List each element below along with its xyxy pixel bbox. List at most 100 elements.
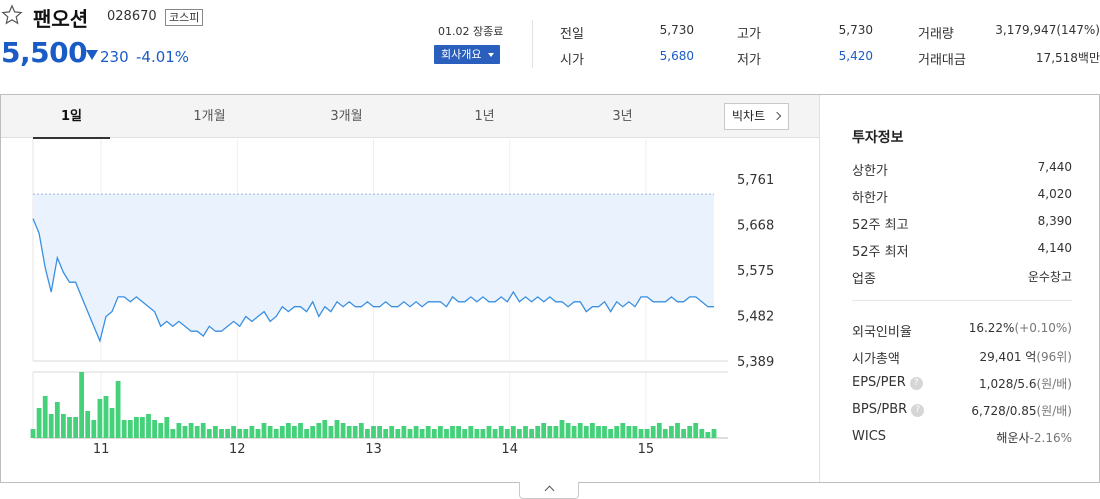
volume-bar (699, 429, 705, 438)
volume-bar (127, 420, 133, 438)
volume-bar (486, 426, 492, 438)
volume-bar (346, 426, 352, 438)
info-label: 상한가 (852, 164, 888, 179)
info-row: 시가총액 29,401 억(96위) (852, 348, 1072, 367)
high-label: 고가 (737, 27, 761, 42)
x-tick-label: 14 (501, 442, 518, 457)
volume-bar (115, 381, 121, 438)
volume-bar (109, 408, 115, 438)
volume-bar (42, 396, 48, 438)
volume-bar (407, 429, 413, 438)
volume-bar (675, 423, 680, 438)
help-icon[interactable]: ? (909, 377, 923, 390)
volume-bar (48, 414, 54, 438)
volume-bar (176, 423, 182, 438)
volume-bar (30, 429, 36, 438)
info-value: 운수창고 (1027, 270, 1072, 284)
volume-bar (316, 423, 322, 438)
info-value-text: 6,728/0.85 (971, 404, 1037, 418)
volume-bar (529, 429, 534, 438)
volume-bar (693, 423, 699, 438)
volume-bar (85, 411, 91, 438)
down-arrow-icon (86, 50, 98, 60)
volume-bar (61, 414, 66, 438)
volume-bar (182, 426, 188, 438)
volume-bar (583, 426, 589, 438)
volume-bar (492, 429, 498, 438)
info-value-text: 해운사 (996, 431, 1030, 445)
volume-bar (523, 426, 528, 438)
volume-bar (340, 423, 346, 438)
info-value: 6,728/0.85(원/배) (971, 402, 1072, 419)
volume-bar (358, 423, 364, 438)
y-tick-label: 5,761 (737, 173, 774, 188)
volume-bar (608, 429, 613, 438)
volume-bar (626, 426, 632, 438)
volume-bar (249, 426, 255, 438)
volume-bar (279, 426, 285, 438)
volume-bar (188, 423, 194, 438)
volume-bar (54, 402, 60, 438)
volume-value: 3,179,947(147%) (995, 23, 1100, 37)
info-label: WICS (852, 429, 886, 444)
volume-bar (517, 429, 522, 438)
volume-bar (614, 426, 620, 438)
volume-bar (669, 426, 674, 438)
info-label: 업종 (852, 272, 876, 287)
volume-bar (662, 429, 668, 438)
intraday-chart: 11 12 13 14 15 5,761 5,668 5,575 5,482 5,389 (30, 139, 774, 457)
volume-bar (687, 426, 693, 438)
volume-bar (656, 423, 662, 438)
volume-bar (474, 429, 480, 438)
open-label: 시가 (560, 53, 584, 68)
volume-bar (602, 426, 607, 438)
volume-bar (304, 429, 309, 438)
stock-code: 028670 (107, 9, 157, 24)
volume-bar (134, 417, 139, 438)
company-overview-button[interactable]: 회사개요 (434, 45, 500, 64)
volume-bar (91, 420, 97, 438)
volume-bar (450, 426, 455, 438)
info-label-text: EPS/PER (852, 375, 906, 390)
y-tick-label: 5,482 (737, 310, 774, 325)
favorite-star-icon[interactable] (1, 4, 23, 26)
info-value-text: 1,028/5.6 (979, 377, 1037, 391)
volume-bar (194, 426, 200, 438)
volume-bar (395, 429, 401, 438)
y-tick-label: 5,389 (737, 355, 774, 370)
help-icon[interactable]: ? (911, 404, 925, 417)
info-label: 52주 최고 (852, 218, 909, 233)
volume-bar (438, 426, 443, 438)
x-tick-label: 12 (229, 442, 246, 457)
volume-bar (596, 426, 601, 438)
low-label: 저가 (737, 53, 761, 68)
volume-bar (365, 429, 370, 438)
low-value: 5,420 (838, 49, 873, 63)
prev-close-label: 전일 (560, 27, 584, 42)
volume-bar (146, 414, 151, 438)
volume-bar (504, 429, 510, 438)
stock-name: 팬오션 (33, 7, 89, 31)
info-value-sub: -2.16% (1029, 431, 1072, 445)
info-label-text: 시가총액 (852, 352, 900, 367)
volume-bar (650, 426, 656, 438)
volume-bar (243, 429, 249, 438)
caret-down-icon (488, 53, 494, 57)
chevron-up-icon (544, 485, 555, 496)
volume-bar (79, 372, 84, 438)
volume-bar (571, 426, 577, 438)
volume-bar (334, 420, 340, 438)
info-row: WICS 해운사-2.16% (852, 429, 1072, 447)
info-label: BPS/PBR? (852, 402, 925, 417)
volume-bar (632, 426, 638, 438)
volume-bar (553, 426, 559, 438)
volume-bar (559, 420, 565, 438)
volume-bar (371, 426, 376, 438)
info-value-sub: (+0.10%) (1014, 321, 1072, 335)
volume-bar (225, 429, 230, 438)
volume-bar (377, 426, 382, 438)
volume-bar (419, 429, 425, 438)
collapse-button[interactable] (513, 481, 585, 499)
volume-bar (425, 426, 431, 438)
info-label: 시가총액 (852, 348, 900, 367)
